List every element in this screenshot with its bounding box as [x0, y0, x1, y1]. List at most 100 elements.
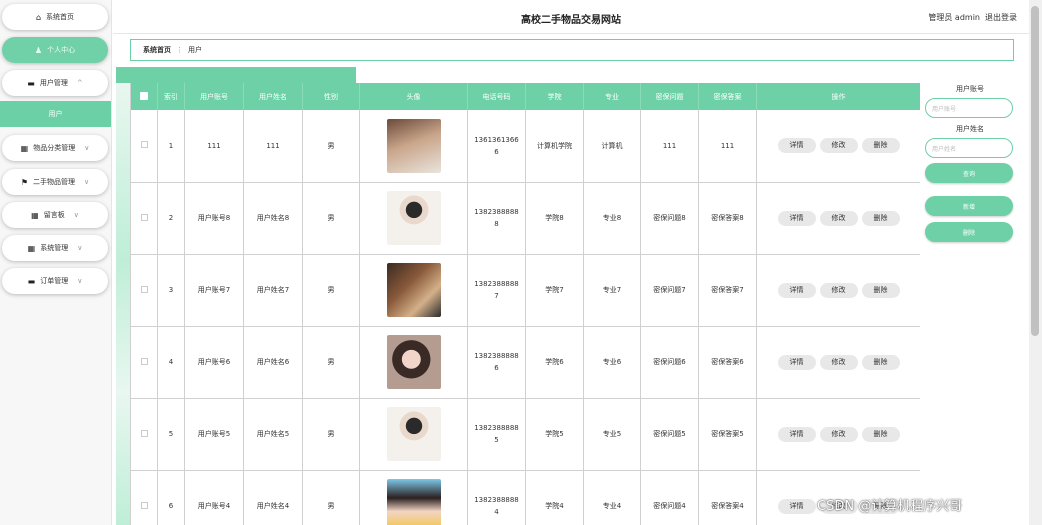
cell-gender: 男 — [302, 110, 360, 183]
phone-text: 13613613666 — [474, 135, 519, 156]
cell-security-question: 密保问题7 — [640, 254, 699, 327]
cell-index: 6 — [157, 470, 185, 525]
phone-text: 13823888885 — [474, 424, 519, 444]
cell-security-question: 密保问题8 — [640, 182, 699, 255]
chevron-up-icon: ^ — [76, 79, 83, 87]
chevron-down-icon: ∨ — [84, 144, 90, 152]
cell-name: 用户姓名4 — [243, 470, 303, 525]
menu-system-management[interactable]: ▦ 系统管理 ∨ — [2, 235, 108, 261]
cell-name: 用户姓名7 — [243, 254, 303, 327]
decorative-strip — [116, 83, 130, 525]
cell-major: 专业5 — [583, 398, 641, 471]
table-row: 4 用户账号6 用户姓名6 男 13823888886 学院6 专业6 密保问题6 密保答案6 详… — [130, 326, 920, 399]
name-search-input[interactable]: 用户姓名 — [925, 138, 1013, 158]
row-checkbox[interactable] — [130, 182, 158, 255]
admin-user-label: 管理员 admin — [928, 13, 980, 22]
menu-user-management[interactable]: ▬ 用户管理 ^ — [2, 70, 108, 96]
chevron-down-icon: ∨ — [84, 178, 90, 186]
cell-index: 4 — [157, 326, 185, 399]
cell-account: 用户账号7 — [184, 254, 244, 327]
row-checkbox[interactable] — [130, 110, 158, 183]
avatar — [386, 407, 441, 461]
detail-button[interactable]: 详情 — [777, 138, 816, 154]
menu-label: 个人中心 — [47, 46, 76, 54]
cell-actions: 详情 修改 删除 — [756, 398, 920, 471]
select-all-checkbox[interactable] — [130, 83, 158, 110]
user-icon: ♟ — [34, 45, 43, 55]
avatar — [386, 479, 441, 525]
avatar — [386, 263, 441, 317]
delete-button[interactable]: 删除 — [861, 354, 900, 370]
cell-phone: 13823888887 — [467, 254, 526, 327]
cell-college: 学院4 — [525, 470, 584, 525]
cell-avatar — [359, 254, 468, 327]
menu-label: 物品分类管理 — [33, 144, 76, 152]
menu-label: 系统管理 — [40, 244, 69, 252]
decorative-tab — [116, 67, 356, 83]
message-board-icon: ▦ — [31, 210, 39, 220]
cell-phone: 13823888888 — [467, 182, 526, 255]
submenu-users[interactable]: 用户 — [0, 101, 111, 127]
cell-name: 111 — [243, 110, 303, 183]
edit-button[interactable]: 修改 — [819, 210, 858, 226]
sidebar: ⌂ 系统首页 ♟ 个人中心 ▬ 用户管理 ^ 用户 ▦ 物品分类管理 ∨ ⚑ 二… — [0, 0, 112, 525]
add-button[interactable]: 新增 — [925, 196, 1013, 216]
menu-profile[interactable]: ♟ 个人中心 — [2, 37, 108, 63]
edit-button[interactable]: 修改 — [819, 354, 858, 370]
detail-button[interactable]: 详情 — [777, 210, 816, 226]
delete-button[interactable]: 删除 — [861, 282, 900, 298]
scrollbar-thumb[interactable] — [1031, 6, 1039, 336]
cell-phone: 13823888885 — [467, 398, 526, 471]
delete-button[interactable]: 删除 — [861, 426, 900, 442]
cell-account: 111 — [184, 110, 244, 183]
phone-text: 13823888887 — [474, 280, 519, 300]
detail-button[interactable]: 详情 — [777, 498, 816, 514]
table-row: 6 用户账号4 用户姓名4 男 13823888884 学院4 专业4 密保问题4 密保答案4 详… — [130, 470, 920, 525]
col-security-question: 密保问题 — [640, 83, 699, 110]
menu-category-management[interactable]: ▦ 物品分类管理 ∨ — [2, 135, 108, 161]
cell-gender: 男 — [302, 470, 360, 525]
logout-link[interactable]: 退出登录 — [985, 12, 1017, 23]
row-checkbox[interactable] — [130, 254, 158, 327]
cell-account: 用户账号4 — [184, 470, 244, 525]
query-button[interactable]: 查询 — [925, 163, 1013, 183]
menu-home[interactable]: ⌂ 系统首页 — [2, 4, 108, 30]
order-icon: ▬ — [27, 276, 36, 286]
col-name: 用户姓名 — [243, 83, 303, 110]
cell-major: 专业8 — [583, 182, 641, 255]
cell-gender: 男 — [302, 182, 360, 255]
edit-button[interactable]: 修改 — [819, 426, 858, 442]
menu-label: 用户管理 — [39, 79, 68, 87]
menu-label: 订单管理 — [40, 277, 69, 285]
cell-avatar — [359, 182, 468, 255]
delete-button[interactable]: 删除 — [861, 138, 900, 154]
menu-item-management[interactable]: ⚑ 二手物品管理 ∨ — [2, 169, 108, 195]
breadcrumb: 系统首页 ⋮ 用户 — [130, 39, 1014, 61]
batch-delete-button[interactable]: 删除 — [925, 222, 1013, 242]
row-checkbox[interactable] — [130, 326, 158, 399]
breadcrumb-current: 用户 — [188, 46, 202, 54]
menu-order-management[interactable]: ▬ 订单管理 ∨ — [2, 268, 108, 294]
account-search-input[interactable]: 用户账号 — [925, 98, 1013, 118]
delete-button[interactable]: 删除 — [861, 210, 900, 226]
row-checkbox[interactable] — [130, 470, 158, 525]
avatar — [386, 118, 441, 173]
detail-button[interactable]: 详情 — [777, 426, 816, 442]
detail-button[interactable]: 详情 — [777, 354, 816, 370]
menu-message-board[interactable]: ▦ 留言板 ∨ — [2, 202, 108, 228]
cell-actions: 详情 修改 删除 — [756, 182, 920, 255]
breadcrumb-home[interactable]: 系统首页 — [143, 45, 171, 55]
cell-name: 用户姓名5 — [243, 398, 303, 471]
detail-button[interactable]: 详情 — [777, 282, 816, 298]
phone-text: 13823888884 — [474, 496, 519, 516]
account-label: 用户账号 — [956, 85, 984, 93]
row-checkbox[interactable] — [130, 398, 158, 471]
cell-actions: 详情 修改 删除 — [756, 326, 920, 399]
col-college: 学院 — [525, 83, 584, 110]
cell-account: 用户账号5 — [184, 398, 244, 471]
edit-button[interactable]: 修改 — [819, 138, 858, 154]
cell-index: 5 — [157, 398, 185, 471]
vertical-scrollbar[interactable] — [1029, 0, 1042, 525]
edit-button[interactable]: 修改 — [819, 282, 858, 298]
cell-major: 专业6 — [583, 326, 641, 399]
